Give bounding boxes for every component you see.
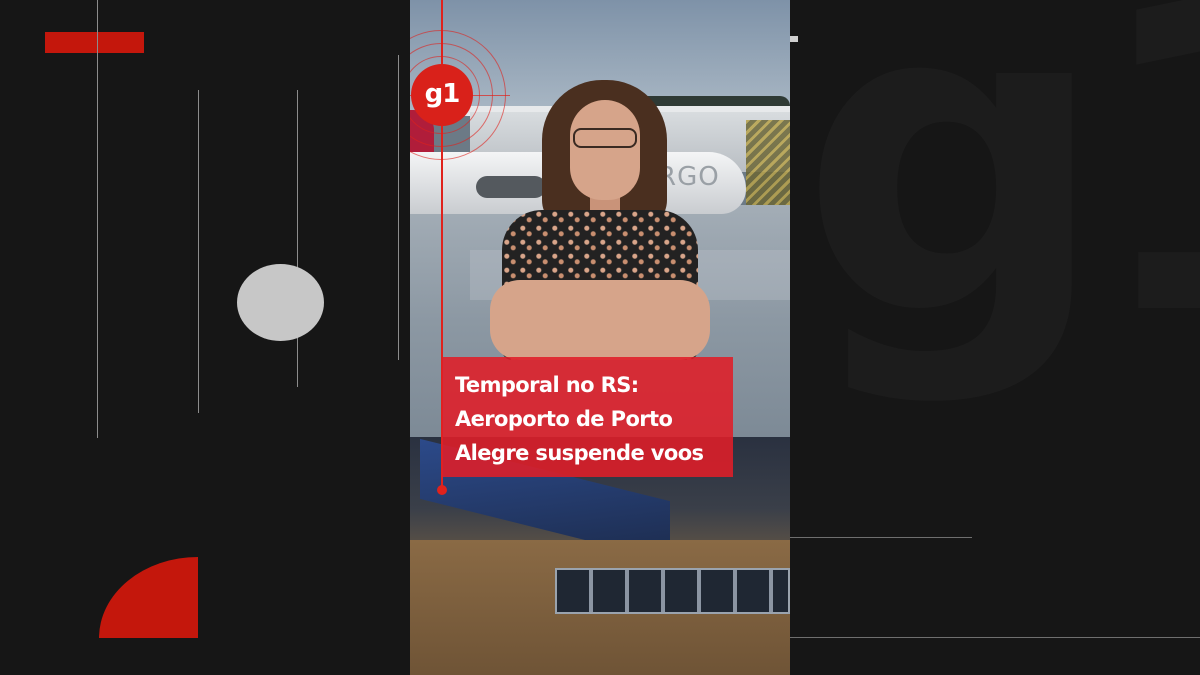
- right-decor-panel: g1: [790, 0, 1200, 675]
- vertical-line-decor: [398, 55, 399, 360]
- radar-dot: [437, 485, 447, 495]
- presenter-arms: [490, 280, 710, 360]
- airplane-livery-text: RGO: [658, 162, 720, 192]
- headline-line: Alegre suspende voos: [455, 441, 704, 465]
- horizontal-line-decor: [790, 537, 972, 538]
- left-decor-panel: [0, 0, 410, 675]
- grey-circle-decor: [237, 264, 324, 341]
- red-quarter-circle-decor: [99, 557, 198, 638]
- vertical-line-decor: [97, 0, 98, 438]
- background-g1-logo: g1: [800, 0, 1200, 410]
- g1-logo: g1: [411, 64, 473, 126]
- presenter-glasses: [573, 128, 637, 148]
- presenter-face: [570, 100, 640, 200]
- red-dash-decor: [45, 32, 144, 53]
- horizontal-line-decor: [790, 637, 1200, 638]
- headline-line: Temporal no RS:: [455, 373, 639, 397]
- headline-line: Aeroporto de Porto: [455, 407, 673, 431]
- airplane-engine: [476, 176, 546, 198]
- waiting-seats: [555, 568, 790, 614]
- corner-mark-decor: [790, 36, 798, 42]
- vertical-line-decor: [297, 90, 298, 387]
- video-thumbnail[interactable]: RGO g1 Temporal no RS: Aeroporto de Port…: [0, 0, 1200, 675]
- scaffold-tower: [746, 120, 790, 210]
- video-frame[interactable]: RGO g1 Temporal no RS: Aeroporto de Port…: [410, 0, 790, 675]
- headline-box: Temporal no RS: Aeroporto de Porto Alegr…: [442, 357, 733, 477]
- vertical-line-decor: [198, 90, 199, 413]
